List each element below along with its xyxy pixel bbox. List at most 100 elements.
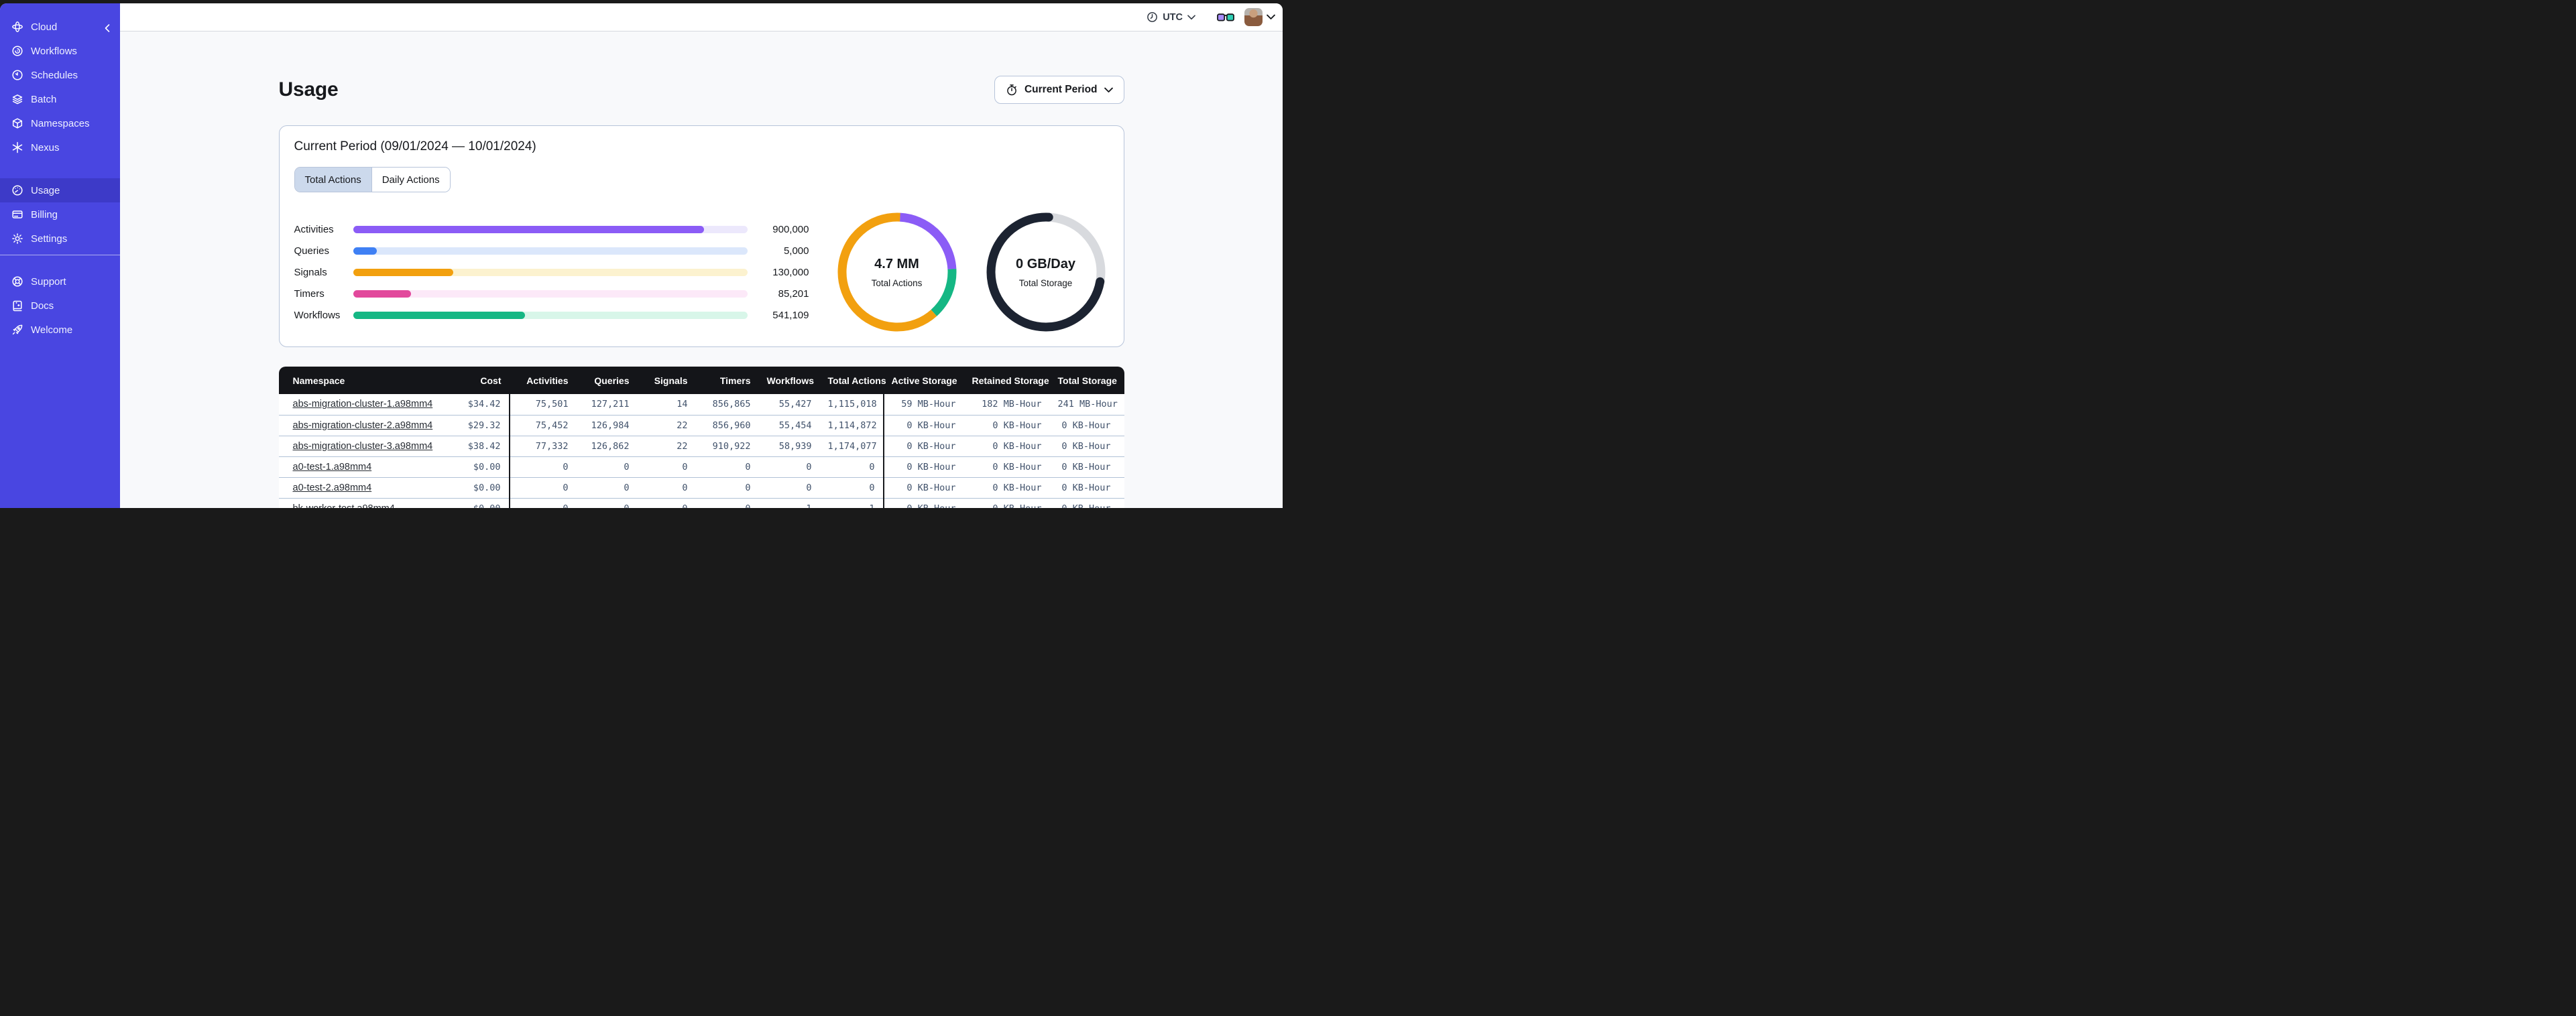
cell-retained-storage: 0 KB-Hour bbox=[963, 497, 1050, 508]
bar-value: 85,201 bbox=[778, 288, 809, 300]
card-title: Current Period (09/01/2024 — 10/01/2024) bbox=[294, 139, 536, 153]
donut-label: Total Storage bbox=[1018, 277, 1073, 288]
sidebar-item-docs[interactable]: Docs bbox=[0, 294, 120, 318]
cell-activities: 0 bbox=[508, 497, 577, 508]
cell-activities: 75,452 bbox=[508, 414, 577, 436]
cell-signals: 22 bbox=[637, 414, 696, 436]
table-row-abs-migration-cluster-2-a98mm4: abs-migration-cluster-2.a98mm4 $29.32 75,4… bbox=[278, 414, 1124, 436]
bar-track bbox=[353, 268, 748, 276]
donut-center: 0 GB/Day Total Storage bbox=[986, 212, 1106, 332]
column-header-workflows: Workflows bbox=[758, 367, 820, 394]
sidebar-item-workflows[interactable]: Workflows bbox=[0, 39, 120, 63]
bar-fill bbox=[353, 311, 525, 319]
tab-total-actions[interactable]: Total Actions bbox=[294, 168, 371, 192]
cell-signals: 0 bbox=[637, 497, 696, 508]
cell-total-actions: 1,115,018 bbox=[827, 399, 877, 410]
cell-active-storage: 0 KB-Hour bbox=[882, 414, 964, 436]
namespace-link[interactable]: a0-test-1.a98mm4 bbox=[293, 462, 372, 472]
namespace-link[interactable]: bk-worker-test.a98mm4 bbox=[293, 503, 395, 508]
cell-cost: $38.42 bbox=[447, 435, 510, 456]
collapse-sidebar-icon[interactable] bbox=[103, 22, 112, 32]
glasses-icon[interactable] bbox=[1217, 12, 1234, 23]
sidebar-item-support[interactable]: Support bbox=[0, 269, 120, 294]
sidebar-item-batch[interactable]: Batch bbox=[0, 87, 120, 111]
cell-queries: 126,862 bbox=[576, 435, 638, 456]
bar-label: Timers bbox=[294, 288, 325, 300]
schedules-icon bbox=[11, 69, 23, 81]
sidebar-logo-label: Cloud bbox=[31, 21, 58, 33]
chevron-down-icon bbox=[1267, 14, 1275, 20]
timezone-selector[interactable]: UTC bbox=[1143, 11, 1199, 23]
namespace-link[interactable]: a0-test-2.a98mm4 bbox=[293, 483, 372, 493]
namespaces-icon bbox=[11, 117, 23, 129]
sidebar-item-label: Docs bbox=[31, 300, 54, 312]
period-selector-button[interactable]: Current Period bbox=[994, 76, 1124, 104]
sidebar-logo[interactable]: Cloud bbox=[0, 15, 120, 39]
donut-total-storage: 0 GB/Day Total Storage bbox=[986, 212, 1106, 332]
namespace-link[interactable]: abs-migration-cluster-2.a98mm4 bbox=[293, 420, 433, 431]
bar-row-activities: Activities 900,000 bbox=[294, 218, 809, 240]
column-header-activities: Activities bbox=[509, 367, 577, 394]
column-header-retained-storage: Retained Storage bbox=[963, 367, 1050, 394]
account-menu[interactable] bbox=[1244, 8, 1275, 26]
cell-cost: $0.00 bbox=[447, 456, 510, 477]
cell-queries: 127,211 bbox=[591, 399, 630, 410]
cell-queries: 0 bbox=[576, 456, 638, 477]
sidebar-item-usage[interactable]: Usage bbox=[0, 178, 120, 202]
cell-active-storage: 59 MB-Hour bbox=[882, 394, 964, 415]
bar-row-workflows: Workflows 541,109 bbox=[294, 304, 809, 326]
donut-label: Total Actions bbox=[871, 277, 923, 288]
tab-daily-actions[interactable]: Daily Actions bbox=[371, 168, 450, 192]
bar-value: 130,000 bbox=[772, 266, 809, 278]
sidebar-item-billing[interactable]: Billing bbox=[0, 202, 120, 227]
column-header-timers: Timers bbox=[695, 367, 759, 394]
sidebar-item-schedules[interactable]: Schedules bbox=[0, 63, 120, 87]
cell-cost: $0.00 bbox=[447, 497, 510, 508]
sidebar-item-nexus[interactable]: Nexus bbox=[0, 135, 120, 160]
sidebar-item-settings[interactable]: Settings bbox=[0, 227, 120, 251]
bar-value: 541,109 bbox=[772, 309, 809, 321]
cell-signals: 22 bbox=[637, 435, 696, 456]
table-row-a0-test-1-a98mm4: a0-test-1.a98mm4 $0.00 0 0 0 0 0 0 0 KB-Hour 0 KB… bbox=[278, 456, 1124, 477]
desktop-background: Cloud Workflows Schedules Batch Namespaces N… bbox=[0, 0, 1288, 508]
bar-label: Activities bbox=[294, 223, 334, 235]
table-header-row: Namespace Cost Activities Queries Signals Tim… bbox=[278, 367, 1124, 394]
cell-cost: $0.00 bbox=[447, 477, 510, 498]
cell-retained-storage: 0 KB-Hour bbox=[963, 435, 1050, 456]
column-header-cost: Cost bbox=[447, 367, 510, 394]
cell-active-storage: 0 KB-Hour bbox=[882, 497, 964, 508]
workflows-icon bbox=[11, 45, 23, 57]
cell-cost: $34.42 bbox=[467, 399, 501, 410]
cell-cost: $29.32 bbox=[447, 414, 510, 436]
bar-track bbox=[353, 290, 748, 298]
bar-track bbox=[353, 247, 748, 255]
namespace-link[interactable]: abs-migration-cluster-3.a98mm4 bbox=[293, 441, 433, 452]
namespace-usage-table: Namespace Cost Activities Queries Signals Tim… bbox=[278, 367, 1124, 508]
sidebar-item-label: Billing bbox=[31, 208, 58, 220]
bar-track bbox=[353, 225, 748, 233]
cell-timers: 0 bbox=[695, 456, 759, 477]
cell-active-storage: 0 KB-Hour bbox=[882, 477, 964, 498]
sidebar-item-label: Batch bbox=[31, 93, 57, 105]
cell-activities: 0 bbox=[508, 477, 577, 498]
bar-label: Signals bbox=[294, 266, 327, 278]
namespace-link[interactable]: abs-migration-cluster-1.a98mm4 bbox=[293, 399, 433, 409]
sidebar-item-label: Workflows bbox=[31, 45, 77, 57]
sidebar-item-label: Nexus bbox=[31, 141, 60, 153]
sidebar-item-namespaces[interactable]: Namespaces bbox=[0, 111, 120, 135]
cell-queries: 0 bbox=[576, 497, 638, 508]
table-row-a0-test-2-a98mm4: a0-test-2.a98mm4 $0.00 0 0 0 0 0 0 0 KB-Hour 0 KB… bbox=[278, 477, 1124, 498]
cell-active-storage: 0 KB-Hour bbox=[882, 435, 964, 456]
cell-timers: 856,865 bbox=[712, 399, 751, 410]
bar-fill bbox=[353, 247, 377, 255]
sidebar-item-welcome[interactable]: Welcome bbox=[0, 318, 120, 342]
cell-total-actions: 0 bbox=[819, 456, 884, 477]
bar-label: Queries bbox=[294, 245, 330, 257]
docs-icon bbox=[11, 300, 23, 312]
stopwatch-icon bbox=[1006, 84, 1018, 96]
app-window: Cloud Workflows Schedules Batch Namespaces N… bbox=[0, 3, 1283, 508]
batch-icon bbox=[11, 93, 23, 105]
donut-value: 0 GB/Day bbox=[1016, 256, 1075, 271]
bar-value: 5,000 bbox=[783, 245, 809, 257]
sidebar-item-label: Settings bbox=[31, 233, 68, 245]
